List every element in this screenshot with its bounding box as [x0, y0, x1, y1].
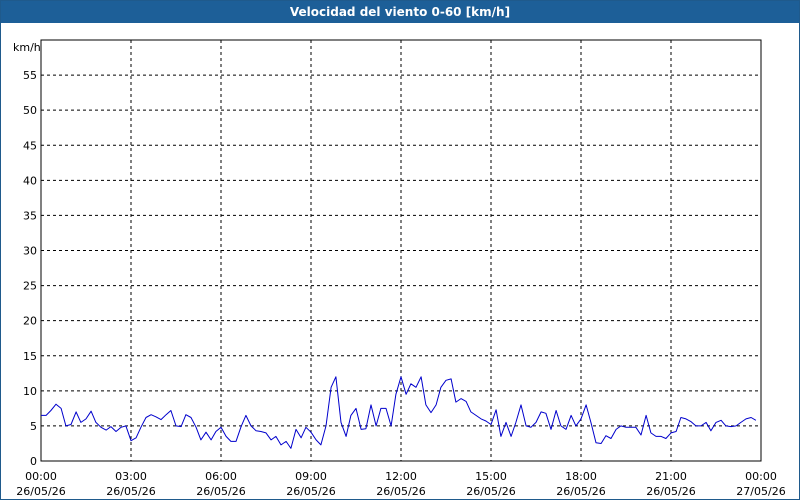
y-tick-label: 0 [30, 455, 37, 468]
x-tick-date-label: 26/05/26 [16, 485, 65, 498]
x-tick-date-label: 26/05/26 [196, 485, 245, 498]
x-tick-date-label: 26/05/26 [466, 485, 515, 498]
y-tick-label: 30 [23, 245, 37, 258]
x-tick-time-label: 12:00 [385, 470, 417, 483]
x-tick-time-label: 00:00 [745, 470, 777, 483]
x-tick-date-label: 26/05/26 [556, 485, 605, 498]
y-axis-unit-label: km/h [13, 41, 41, 54]
y-tick-label: 5 [30, 420, 37, 433]
wind-speed-chart: 0 5 10 15 20 25 30 35 40 45 50 55 00:00 26/05/26 03:0… [13, 39, 786, 498]
x-tick-time-label: 21:00 [655, 470, 687, 483]
y-tick-label: 35 [23, 209, 37, 222]
y-axis: 0 5 10 15 20 25 30 35 40 45 50 55 [23, 69, 37, 468]
y-tick-label: 55 [23, 69, 37, 82]
y-tick-label: 40 [23, 174, 37, 187]
y-tick-label: 25 [23, 280, 37, 293]
y-tick-label: 45 [23, 139, 37, 152]
series-layer [41, 376, 757, 449]
x-tick-date-label: 26/05/26 [376, 485, 425, 498]
y-tick-label: 15 [23, 350, 37, 363]
x-tick-date-label: 26/05/26 [646, 485, 695, 498]
x-tick-time-label: 15:00 [475, 470, 507, 483]
x-tick-time-label: 18:00 [565, 470, 597, 483]
y-tick-label: 50 [23, 104, 37, 117]
x-tick-time-label: 06:00 [205, 470, 237, 483]
x-tick-time-label: 09:00 [295, 470, 327, 483]
x-tick-date-label: 27/05/26 [736, 485, 785, 498]
grid [41, 40, 761, 461]
x-tick-date-label: 26/05/26 [106, 485, 155, 498]
y-tick-label: 20 [23, 315, 37, 328]
wind-speed-series-line [41, 376, 757, 449]
x-tick-date-label: 26/05/26 [286, 485, 335, 498]
x-tick-time-label: 03:00 [115, 470, 147, 483]
x-axis: 00:00 26/05/26 03:00 26/05/26 06:00 26/05/26 0… [16, 470, 785, 498]
y-tick-label: 10 [23, 385, 37, 398]
chart-window: Velocidad del viento 0-60 [km/h] 0 5 10 15 2… [0, 0, 800, 500]
x-tick-time-label: 00:00 [25, 470, 57, 483]
